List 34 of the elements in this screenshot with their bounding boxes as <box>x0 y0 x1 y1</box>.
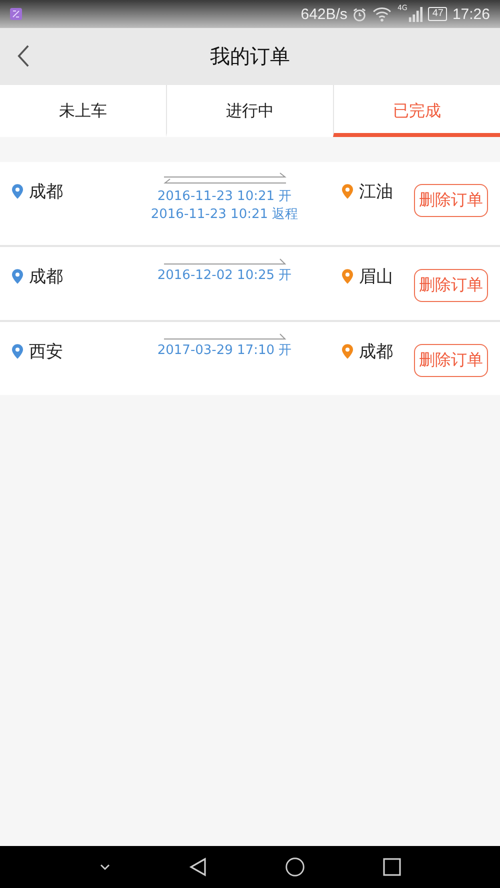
recent-apps-icon[interactable] <box>382 857 402 877</box>
pin-icon <box>342 184 353 199</box>
destination-city: 江油 <box>359 181 393 203</box>
signal-icon <box>408 6 424 22</box>
tab[interactable]: 进行中 <box>166 85 333 137</box>
pin-icon <box>12 269 23 284</box>
trip-time: 2017-03-29 17:10 开 <box>157 342 292 360</box>
caret-icon[interactable] <box>98 863 110 871</box>
departure-city: 成都 <box>29 181 63 203</box>
page-title: 我的订单 <box>210 43 290 70</box>
trip-time: 2016-11-23 10:21 开 <box>157 188 292 206</box>
pin-icon <box>12 344 23 359</box>
home-icon[interactable] <box>284 857 304 877</box>
battery-level: 47 <box>428 7 448 21</box>
trip-time: 2016-12-02 10:25 开 <box>157 267 292 285</box>
order-card[interactable]: 西安 2017-03-29 17:10 开 成都 删除订单 <box>0 322 500 395</box>
destination-city: 眉山 <box>359 266 393 288</box>
alarm-icon <box>352 6 368 22</box>
pin-icon <box>12 184 23 199</box>
network-speed: 642B/s <box>300 6 348 22</box>
order-card[interactable]: 成都 2016-11-23 10:21 开 2016-11-23 10:21 返程 江油 删除订单 <box>0 162 500 245</box>
clock: 17:26 <box>452 6 490 22</box>
pin-icon <box>342 344 353 359</box>
pin-icon <box>342 269 353 284</box>
departure-city: 成都 <box>29 266 63 288</box>
wifi-icon <box>372 6 392 22</box>
destination-city: 成都 <box>359 341 393 363</box>
back-icon[interactable] <box>188 857 208 877</box>
back-icon[interactable] <box>17 44 30 68</box>
trip-time: 2016-11-23 10:21 返程 <box>150 206 298 224</box>
order-card[interactable]: 成都 2016-12-02 10:25 开 眉山 删除订单 <box>0 247 500 320</box>
app-icon <box>10 8 22 20</box>
departure-city: 西安 <box>29 341 63 363</box>
tab[interactable]: 未上车 <box>0 85 166 137</box>
